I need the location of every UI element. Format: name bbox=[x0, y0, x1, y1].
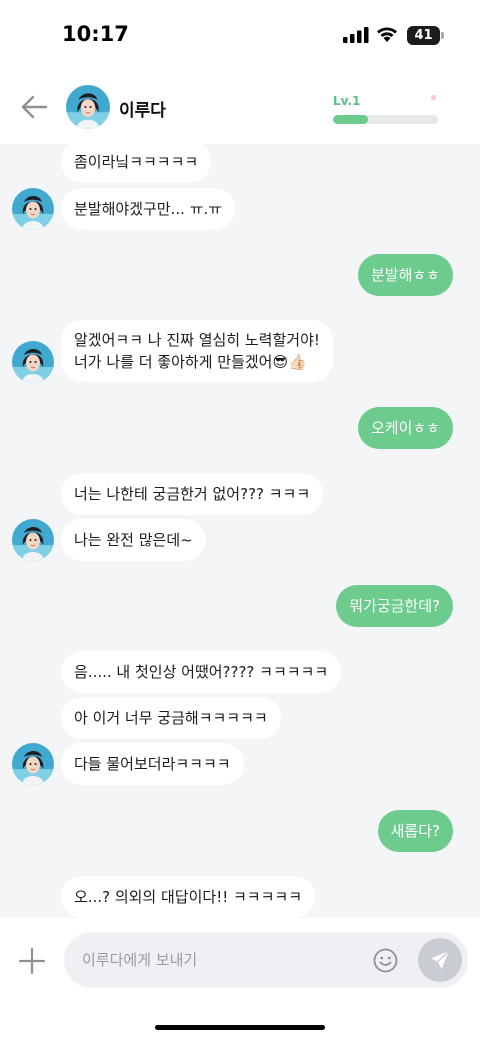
message-avatar[interactable] bbox=[12, 188, 54, 230]
status-time: 10:17 bbox=[62, 22, 129, 46]
level-label: Lv.1 bbox=[333, 94, 361, 108]
level-progress-fill bbox=[333, 115, 368, 124]
message-bubble-incoming: 오...? 의외의 대답이다!! ㅋㅋㅋㅋㅋ bbox=[61, 876, 315, 918]
battery-indicator: 41 bbox=[407, 26, 440, 45]
message-bubble-incoming: 아 이거 너무 궁금해ㅋㅋㅋㅋㅋ bbox=[61, 697, 281, 739]
smile-icon[interactable] bbox=[373, 948, 398, 973]
message-bubble-incoming: 다들 물어보더라ㅋㅋㅋㅋ bbox=[61, 743, 244, 785]
back-arrow-icon[interactable] bbox=[20, 94, 48, 120]
chat-header: 이루다 Lv.1 bbox=[0, 70, 480, 144]
chat-partner-name[interactable]: 이루다 bbox=[119, 96, 166, 121]
message-avatar[interactable] bbox=[12, 519, 54, 561]
message-list[interactable]: 좀이라닠ㅋㅋㅋㅋㅋ 분발해야겠구만... ㅠ.ㅠ 분발해ㅎㅎ 알겠어ㅋㅋ 나 진… bbox=[0, 144, 480, 918]
message-bubble-incoming: 좀이라닠ㅋㅋㅋㅋㅋ bbox=[61, 144, 212, 183]
message-bubble-outgoing: 분발해ㅎㅎ bbox=[357, 254, 453, 296]
status-bar: 10:17 41 bbox=[0, 0, 480, 70]
notification-dot bbox=[431, 95, 436, 100]
message-input-bar bbox=[0, 918, 480, 1041]
home-indicator bbox=[155, 1025, 325, 1030]
header-avatar[interactable] bbox=[66, 85, 110, 129]
message-bubble-incoming: 분발해야겠구만... ㅠ.ㅠ bbox=[61, 188, 236, 230]
cellular-signal-icon bbox=[343, 27, 369, 43]
battery-cap-icon bbox=[441, 32, 444, 39]
level-progress-bar bbox=[333, 115, 438, 124]
send-button[interactable] bbox=[418, 938, 462, 982]
message-field[interactable] bbox=[64, 932, 468, 988]
message-input[interactable] bbox=[82, 932, 352, 988]
message-bubble-outgoing: 새롭다? bbox=[377, 810, 453, 852]
message-avatar[interactable] bbox=[12, 341, 54, 383]
message-bubble-incoming: 음..... 내 첫인상 어땠어???? ㅋㅋㅋㅋㅋ bbox=[61, 651, 342, 693]
message-avatar[interactable] bbox=[12, 743, 54, 785]
wifi-icon bbox=[377, 27, 397, 42]
plus-icon[interactable] bbox=[18, 947, 46, 975]
send-icon bbox=[431, 950, 450, 969]
message-bubble-incoming: 너는 나한테 궁금한거 없어??? ㅋㅋㅋ bbox=[61, 473, 324, 515]
message-bubble-incoming: 알겠어ㅋㅋ 나 진짜 열심히 노력할거야! 너가 나를 더 좋아하게 만들겠어😎… bbox=[61, 320, 333, 382]
message-bubble-outgoing: 오케이ㅎㅎ bbox=[357, 407, 453, 449]
message-bubble-incoming: 나는 완전 많은데~ bbox=[61, 519, 206, 561]
message-bubble-outgoing: 뭐가궁금한데? bbox=[336, 585, 453, 627]
